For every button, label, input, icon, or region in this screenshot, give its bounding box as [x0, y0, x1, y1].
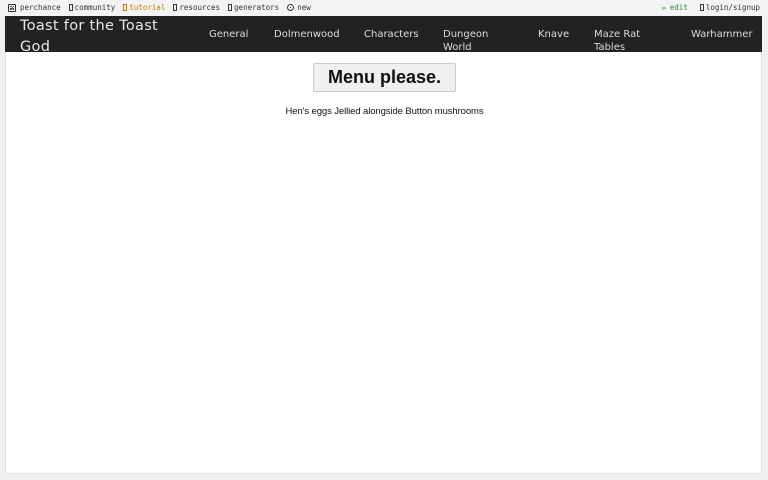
perchance-toolbar: perchance community tutorial resources g…	[0, 0, 768, 16]
nav-link-characters[interactable]: Characters	[364, 28, 419, 41]
nav-link-knave[interactable]: Knave	[538, 28, 569, 41]
login-signup-link[interactable]: login/signup	[699, 3, 760, 12]
tutorial-link[interactable]: tutorial	[123, 3, 165, 12]
nav-link-maze-rat-tables[interactable]: Maze Rat Tables	[594, 28, 654, 54]
generators-icon	[228, 4, 233, 11]
tutorial-label: tutorial	[129, 3, 166, 12]
new-link[interactable]: new	[287, 3, 311, 12]
perchance-home-link[interactable]: perchance	[8, 3, 61, 12]
resources-icon	[173, 4, 178, 11]
site-navbar: Toast for the Toast God General Dolmenwo…	[5, 16, 762, 55]
tutorial-icon	[123, 4, 128, 11]
community-link[interactable]: community	[68, 3, 116, 12]
pencil-icon: ✏	[661, 2, 667, 12]
menu-please-button[interactable]: Menu please.	[313, 63, 456, 92]
resources-link[interactable]: resources	[173, 3, 220, 12]
toolbar-left: perchance community tutorial resources g…	[8, 3, 319, 12]
perchance-label: perchance	[20, 3, 61, 12]
generators-label: generators	[234, 3, 280, 12]
nav-link-dolmenwood[interactable]: Dolmenwood	[274, 28, 340, 41]
nav-link-warhammer[interactable]: Warhammer	[691, 28, 753, 41]
login-icon	[699, 4, 704, 11]
community-label: community	[74, 3, 116, 12]
edit-link[interactable]: ✏ edit	[662, 3, 688, 12]
generators-link[interactable]: generators	[228, 3, 279, 12]
dice-icon	[8, 3, 16, 12]
main-panel: Menu please. Hen's eggs Jellied alongsid…	[5, 52, 762, 474]
login-signup-label: login/signup	[705, 3, 760, 12]
globe-icon	[287, 4, 295, 11]
resources-label: resources	[179, 3, 221, 12]
new-label: new	[297, 3, 311, 12]
edit-label: edit	[669, 3, 688, 12]
nav-link-dungeon-world[interactable]: Dungeon World	[443, 28, 505, 54]
nav-link-general[interactable]: General	[209, 28, 248, 41]
toolbar-right: ✏ edit login/signup	[650, 3, 760, 12]
menu-output-text: Hen's eggs Jellied alongside Button mush…	[285, 106, 484, 117]
community-icon	[68, 4, 73, 11]
